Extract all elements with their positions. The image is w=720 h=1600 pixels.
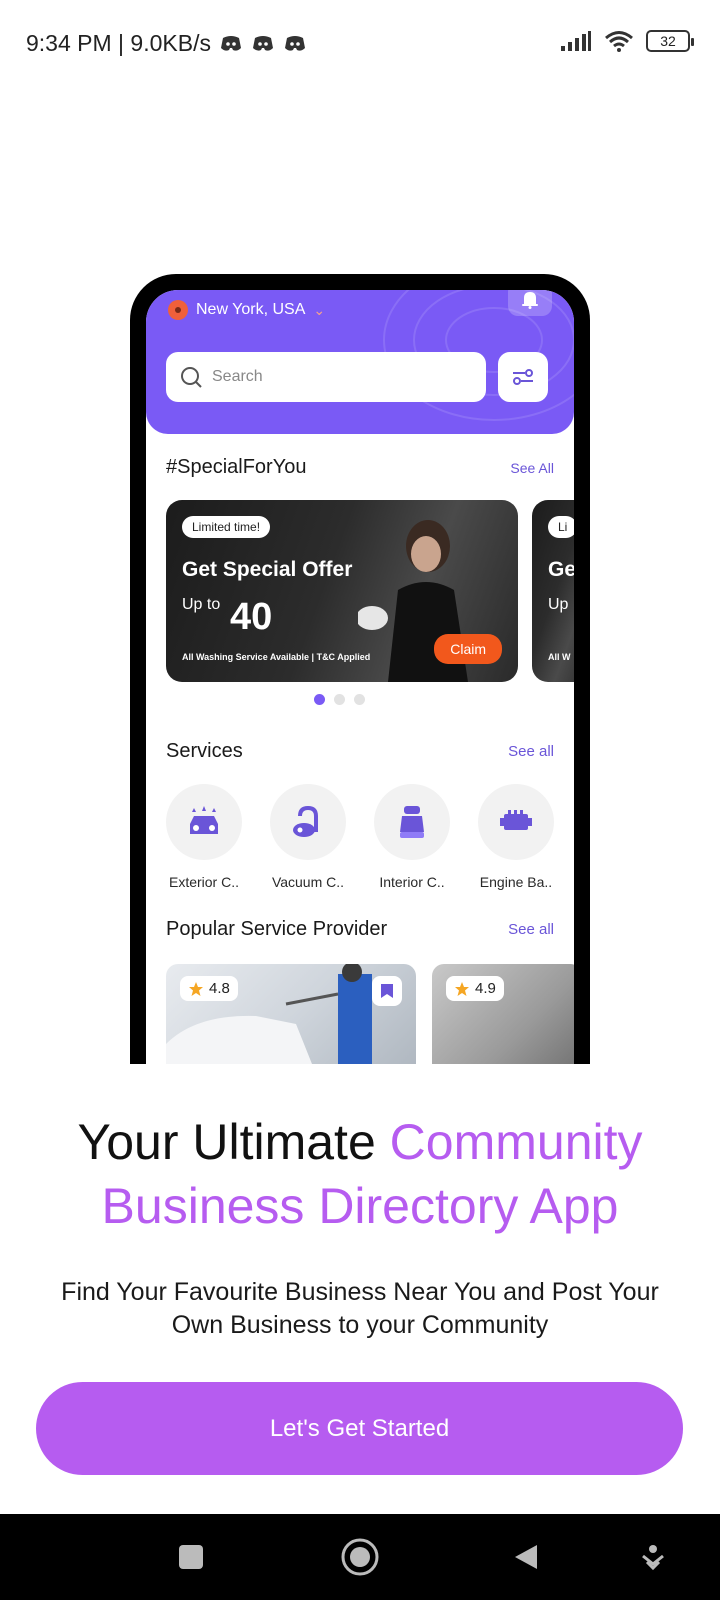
special-see-all: See All: [510, 459, 554, 476]
promo-upto-next: Up: [548, 596, 569, 613]
providers-title: Popular Service Provider: [166, 918, 388, 940]
chevron-down-icon: ⌄: [313, 301, 326, 318]
special-section-header: #SpecialForYou See All: [166, 456, 554, 479]
claim-button: Claim: [434, 634, 502, 664]
promo-upto: Up to: [182, 596, 221, 613]
rating-value: 4.9: [475, 980, 496, 997]
signal-icon: [561, 31, 591, 51]
star-icon: [189, 981, 203, 996]
service-label: Engine Ba..: [479, 874, 553, 890]
car-seat-icon: [400, 806, 424, 838]
system-nav-bar: [0, 1514, 720, 1600]
car-wash-icon: [190, 806, 218, 834]
location-label: New York, USA: [196, 301, 306, 318]
battery-indicator: 32: [646, 30, 694, 52]
filter-button: [498, 352, 548, 402]
square-icon: [179, 1545, 203, 1569]
services-title: Services: [166, 740, 243, 762]
promo-title-next: Ge: [548, 558, 574, 581]
discord-icon: [252, 35, 273, 51]
battery-level: 32: [660, 33, 676, 49]
bookmark-button: [372, 976, 402, 1006]
bell-icon: [522, 292, 538, 309]
status-right: 32: [560, 30, 694, 52]
home-button[interactable]: [337, 1534, 383, 1580]
promo-card: Limited time! Get Special Offer Up to 40…: [166, 500, 518, 682]
notification-button: [508, 290, 552, 316]
provider-card: 4.8: [166, 964, 416, 1064]
location-selector: New York, USA ⌄: [168, 300, 325, 320]
status-left: 9:34 PM | 9.0KB/s: [26, 30, 307, 57]
star-icon: [455, 981, 469, 996]
search-placeholder: Search: [212, 368, 263, 385]
service-label: Exterior C..: [168, 874, 239, 890]
headline-plain: Your Ultimate: [77, 1114, 376, 1170]
services-section-header: Services See all: [166, 740, 554, 763]
vacuum-icon: [293, 805, 318, 837]
status-bar: 9:34 PM | 9.0KB/s 32: [0, 0, 720, 88]
rating-value: 4.8: [209, 980, 230, 997]
back-triangle-icon: [515, 1545, 537, 1569]
service-item: Engine Ba..: [478, 784, 554, 890]
home-circle-icon: [341, 1538, 379, 1576]
mockup-screen: New York, USA ⌄ Search #SpecialForYou Se…: [146, 290, 574, 1064]
get-started-button[interactable]: Let's Get Started: [36, 1382, 683, 1475]
wifi-icon: [605, 31, 633, 52]
provider-card: 4.9: [432, 964, 574, 1064]
service-item: Exterior C..: [166, 784, 242, 890]
status-time-speed: 9:34 PM | 9.0KB/s: [26, 30, 211, 56]
promo-card-next: Li Ge Up All W: [532, 500, 574, 682]
engine-icon: [500, 810, 532, 830]
service-item: Vacuum C..: [270, 784, 346, 890]
limited-badge: Limited time!: [182, 516, 271, 538]
onboarding-subtext: Find Your Favourite Business Near You an…: [61, 1278, 659, 1339]
recents-button[interactable]: [168, 1534, 214, 1580]
accessibility-down-icon: [642, 1545, 664, 1571]
providers-see-all: See all: [508, 921, 554, 938]
carousel-dot: [354, 694, 365, 705]
filter-icon: [513, 369, 533, 385]
rating-badge: 4.8: [180, 976, 238, 1001]
search-icon: [181, 367, 202, 388]
promo-amount: 40: [230, 596, 273, 638]
carousel-dots: [314, 694, 365, 705]
promo-fineprint-next: All W: [548, 652, 571, 662]
services-row: Exterior C.. Vacuum C.. Interior C.. Eng…: [166, 784, 566, 890]
carousel-dot: [314, 694, 325, 705]
service-item: Interior C..: [374, 784, 450, 890]
discord-icon: [220, 35, 241, 51]
service-label: Vacuum C..: [271, 874, 345, 890]
bookmark-icon: [381, 984, 393, 998]
onboarding-headline: Your Ultimate Community Business Directo…: [0, 1110, 720, 1238]
promo-fineprint: All Washing Service Available | T&C Appl…: [182, 652, 371, 662]
rating-badge: 4.9: [446, 976, 504, 1001]
service-label: Interior C..: [379, 874, 445, 890]
mockup-search-field: Search: [166, 352, 486, 402]
discord-icon: [284, 35, 305, 51]
services-see-all: See all: [508, 743, 554, 760]
phone-mockup: New York, USA ⌄ Search #SpecialForYou Se…: [130, 274, 590, 1064]
limited-badge-next: Li: [548, 516, 574, 538]
carousel-dot: [334, 694, 345, 705]
back-button[interactable]: [503, 1534, 549, 1580]
assistant-button[interactable]: [630, 1534, 676, 1580]
special-title: #SpecialForYou: [166, 456, 307, 478]
mockup-header: New York, USA ⌄ Search: [146, 290, 574, 434]
location-pin-icon: [168, 300, 188, 320]
providers-section-header: Popular Service Provider See all: [166, 918, 554, 941]
promo-title: Get Special Offer: [182, 558, 353, 581]
